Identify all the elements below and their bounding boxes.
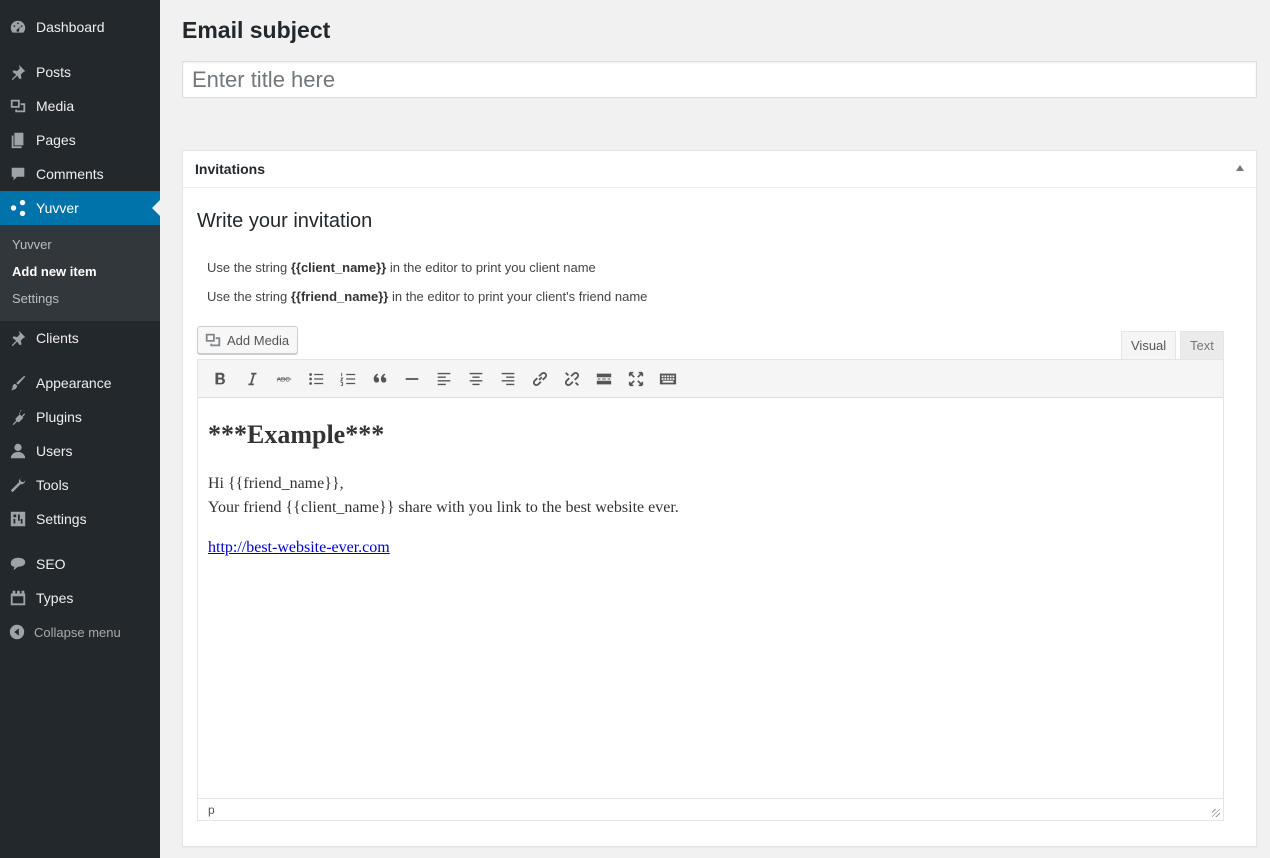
sidebar-item-label: Comments (36, 166, 104, 182)
tab-visual[interactable]: Visual (1121, 331, 1177, 360)
hint-friend-name: Use the string {{friend_name}} in the ed… (207, 289, 648, 304)
plugin-icon (0, 408, 36, 426)
sidebar-item-dashboard[interactable]: Dashboard (0, 10, 160, 44)
editor-toolbar: ABC (198, 360, 1223, 398)
admin-sidebar: Dashboard Posts Media Pages Comments Yuv… (0, 0, 160, 858)
sidebar-item-appearance[interactable]: Appearance (0, 366, 160, 400)
content-line-2: Your friend {{client_name}} share with y… (208, 499, 679, 516)
user-icon (0, 442, 36, 460)
media-icon (0, 97, 36, 115)
content-link[interactable]: http://best-website-ever.com (208, 539, 390, 556)
sidebar-item-tools[interactable]: Tools (0, 468, 160, 502)
sidebar-item-label: Plugins (36, 409, 82, 425)
share-icon (0, 199, 36, 217)
sidebar-item-label: Dashboard (36, 19, 105, 35)
sidebar-item-plugins[interactable]: Plugins (0, 400, 160, 434)
bulleted-list-icon[interactable] (300, 364, 332, 394)
svg-text:ABC: ABC (277, 376, 290, 383)
add-media-label: Add Media (227, 332, 290, 348)
content-line-1: Hi {{friend_name}}, (208, 475, 344, 492)
email-subject-input[interactable] (182, 61, 1257, 98)
submenu-item-add-new[interactable]: Add new item (12, 264, 97, 279)
collapse-icon (0, 623, 34, 641)
sidebar-item-label: Yuvver (36, 200, 79, 216)
brush-icon (0, 374, 36, 392)
italic-icon[interactable] (236, 364, 268, 394)
sidebar-item-users[interactable]: Users (0, 434, 160, 468)
toggle-arrow-icon[interactable] (1236, 165, 1244, 171)
settings-icon (0, 510, 36, 528)
placeholder-code: {{client_name}} (290, 260, 387, 275)
media-icon (205, 333, 221, 347)
fullscreen-icon[interactable] (620, 364, 652, 394)
numbered-list-icon[interactable] (332, 364, 364, 394)
sidebar-item-media[interactable]: Media (0, 89, 160, 123)
sidebar-item-seo[interactable]: SEO (0, 547, 160, 581)
sidebar-item-label: Pages (36, 132, 76, 148)
submenu-item-settings[interactable]: Settings (12, 291, 59, 306)
postbox-header[interactable]: Invitations (183, 151, 1256, 188)
pin-icon (0, 63, 36, 81)
read-more-icon[interactable] (588, 364, 620, 394)
placeholder-code: {{friend_name}} (290, 289, 389, 304)
sidebar-item-label: Settings (36, 511, 87, 527)
align-left-icon[interactable] (428, 364, 460, 394)
sidebar-item-label: Posts (36, 64, 72, 80)
resize-handle-icon[interactable] (1212, 809, 1220, 817)
pin-icon (0, 329, 36, 347)
page-title: Email subject (182, 17, 331, 43)
sidebar-item-pages[interactable]: Pages (0, 123, 160, 157)
sidebar-item-yuvver[interactable]: Yuvver (0, 191, 160, 225)
sidebar-item-label: Users (36, 443, 73, 459)
insert-link-icon[interactable] (524, 364, 556, 394)
sidebar-item-label: Tools (36, 477, 69, 493)
align-center-icon[interactable] (460, 364, 492, 394)
sidebar-item-label: SEO (36, 556, 66, 572)
sidebar-item-label: Clients (36, 330, 79, 346)
remove-link-icon[interactable] (556, 364, 588, 394)
align-right-icon[interactable] (492, 364, 524, 394)
sidebar-submenu: Yuvver Add new item Settings (0, 225, 160, 321)
submenu-item-yuvver[interactable]: Yuvver (12, 237, 52, 252)
invitations-postbox: Invitations Write your invitation Use th… (182, 150, 1257, 847)
bold-icon[interactable] (204, 364, 236, 394)
postbox-title: Invitations (195, 161, 266, 177)
collapse-menu-button[interactable]: Collapse menu (0, 619, 160, 645)
types-icon (0, 589, 36, 607)
comment-icon (0, 165, 36, 183)
toolbar-toggle-icon[interactable] (652, 364, 684, 394)
sidebar-item-label: Appearance (36, 375, 112, 391)
sidebar-item-comments[interactable]: Comments (0, 157, 160, 191)
editor-statusbar: p (198, 798, 1223, 820)
hint-client-name: Use the string {{client_name}} in the ed… (207, 260, 596, 275)
sidebar-item-label: Types (36, 590, 74, 606)
sidebar-item-label: Media (36, 98, 75, 114)
add-media-button[interactable]: Add Media (197, 326, 299, 354)
pages-icon (0, 131, 36, 149)
sidebar-item-posts[interactable]: Posts (0, 55, 160, 89)
seo-icon (0, 555, 36, 573)
tab-text[interactable]: Text (1180, 331, 1224, 360)
dashboard-icon (0, 18, 36, 36)
collapse-menu-label: Collapse menu (34, 624, 121, 640)
sidebar-item-settings[interactable]: Settings (0, 502, 160, 536)
strikethrough-icon[interactable]: ABC (268, 364, 300, 394)
blockquote-icon[interactable] (364, 364, 396, 394)
element-path[interactable]: p (208, 803, 215, 817)
editor-content-area[interactable]: ***Example*** Hi {{friend_name}}, Your f… (198, 398, 1223, 798)
rich-text-editor: ABC ***Example*** Hi {{friend_name}}, Yo… (197, 359, 1224, 821)
section-heading: Write your invitation (197, 210, 373, 232)
horizontal-line-icon[interactable] (396, 364, 428, 394)
wrench-icon (0, 476, 36, 494)
sidebar-item-types[interactable]: Types (0, 581, 160, 615)
content-heading: ***Example*** (208, 420, 385, 449)
sidebar-item-clients[interactable]: Clients (0, 321, 160, 355)
